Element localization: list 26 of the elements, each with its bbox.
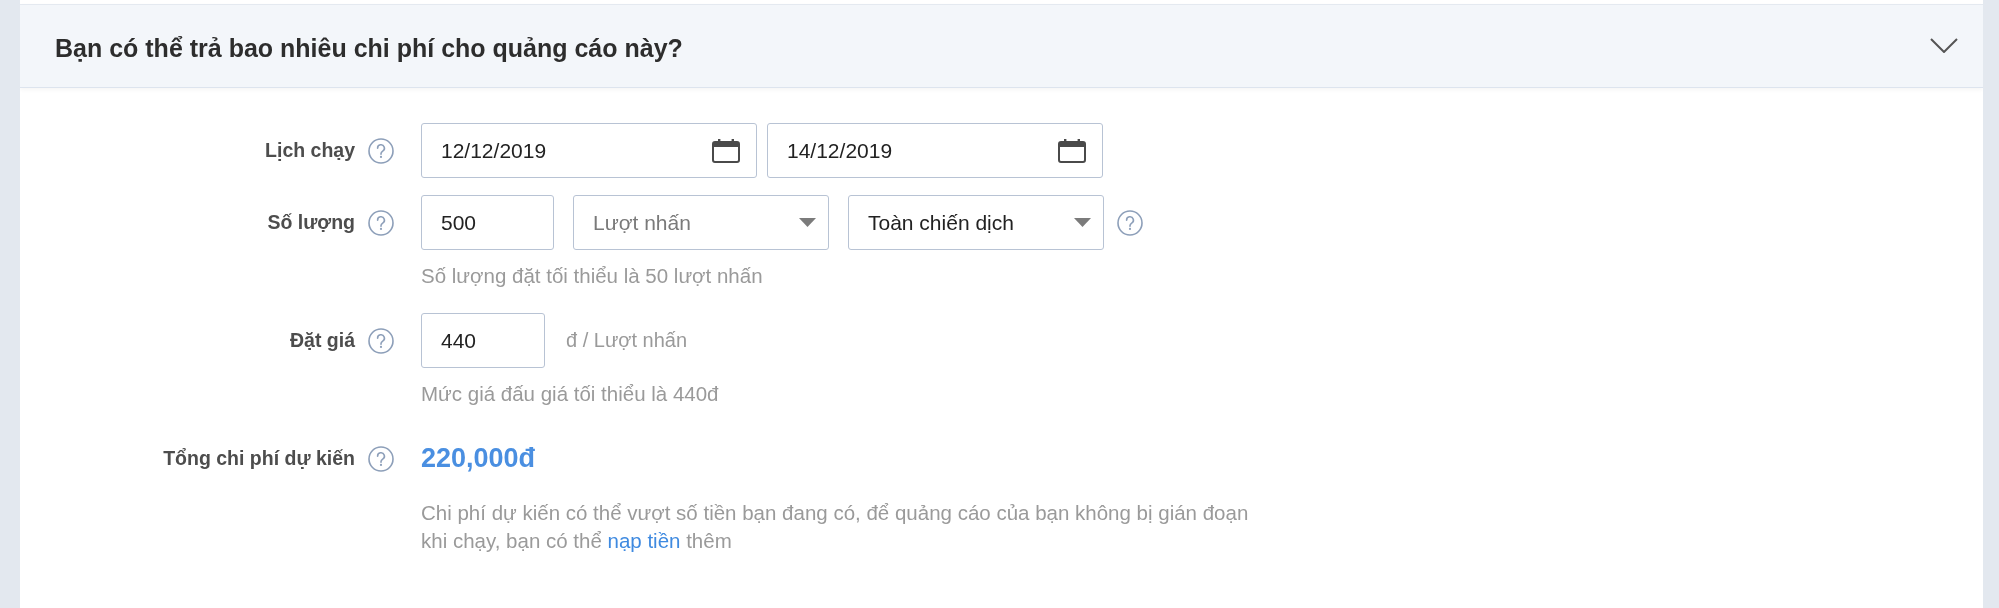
- help-icon[interactable]: [368, 445, 394, 472]
- estimated-total: 220,000đ: [421, 443, 536, 474]
- unit-label: đ / Lượt nhấn: [566, 329, 688, 352]
- number-field[interactable]: 440: [421, 313, 545, 368]
- caret-icon: [799, 218, 816, 227]
- field-label: Lịch chạy: [265, 139, 355, 162]
- calendar-icon: [712, 138, 740, 163]
- field-label: Tổng chi phí dự kiến: [163, 447, 355, 470]
- help-icon[interactable]: [368, 327, 394, 354]
- calendar-icon: [1058, 138, 1086, 163]
- date-field[interactable]: 12/12/2019: [421, 123, 757, 178]
- help-icon[interactable]: [1117, 209, 1143, 236]
- chevron-icon[interactable]: [1930, 38, 1958, 53]
- field-hint: Số lượng đặt tối thiểu là 50 lượt nhấn: [421, 263, 764, 289]
- field-hint: Mức giá đấu giá tối thiểu là 440đ: [421, 381, 719, 407]
- caret-icon: [1074, 218, 1091, 227]
- number-field[interactable]: 500: [421, 195, 554, 250]
- field-label: Đặt giá: [290, 329, 355, 352]
- dropdown-field[interactable]: Toàn chiến dịch: [848, 195, 1104, 250]
- help-icon[interactable]: [368, 137, 394, 164]
- budget-note: Chi phí dự kiến có thể vượt số tiền bạn đang có, để quảng cáo của bạn không bị gián đoạn khi chạy, bạn có thể nạp tiền thêm: [421, 500, 1250, 554]
- help-icon[interactable]: [368, 209, 394, 236]
- section-title: Bạn có thể trả bao nhiêu chi phí cho quảng cáo này?: [55, 34, 683, 63]
- top-up-link[interactable]: nạp tiền: [607, 528, 681, 552]
- date-field[interactable]: 14/12/2019: [767, 123, 1103, 178]
- field-label: Số lượng: [267, 211, 355, 234]
